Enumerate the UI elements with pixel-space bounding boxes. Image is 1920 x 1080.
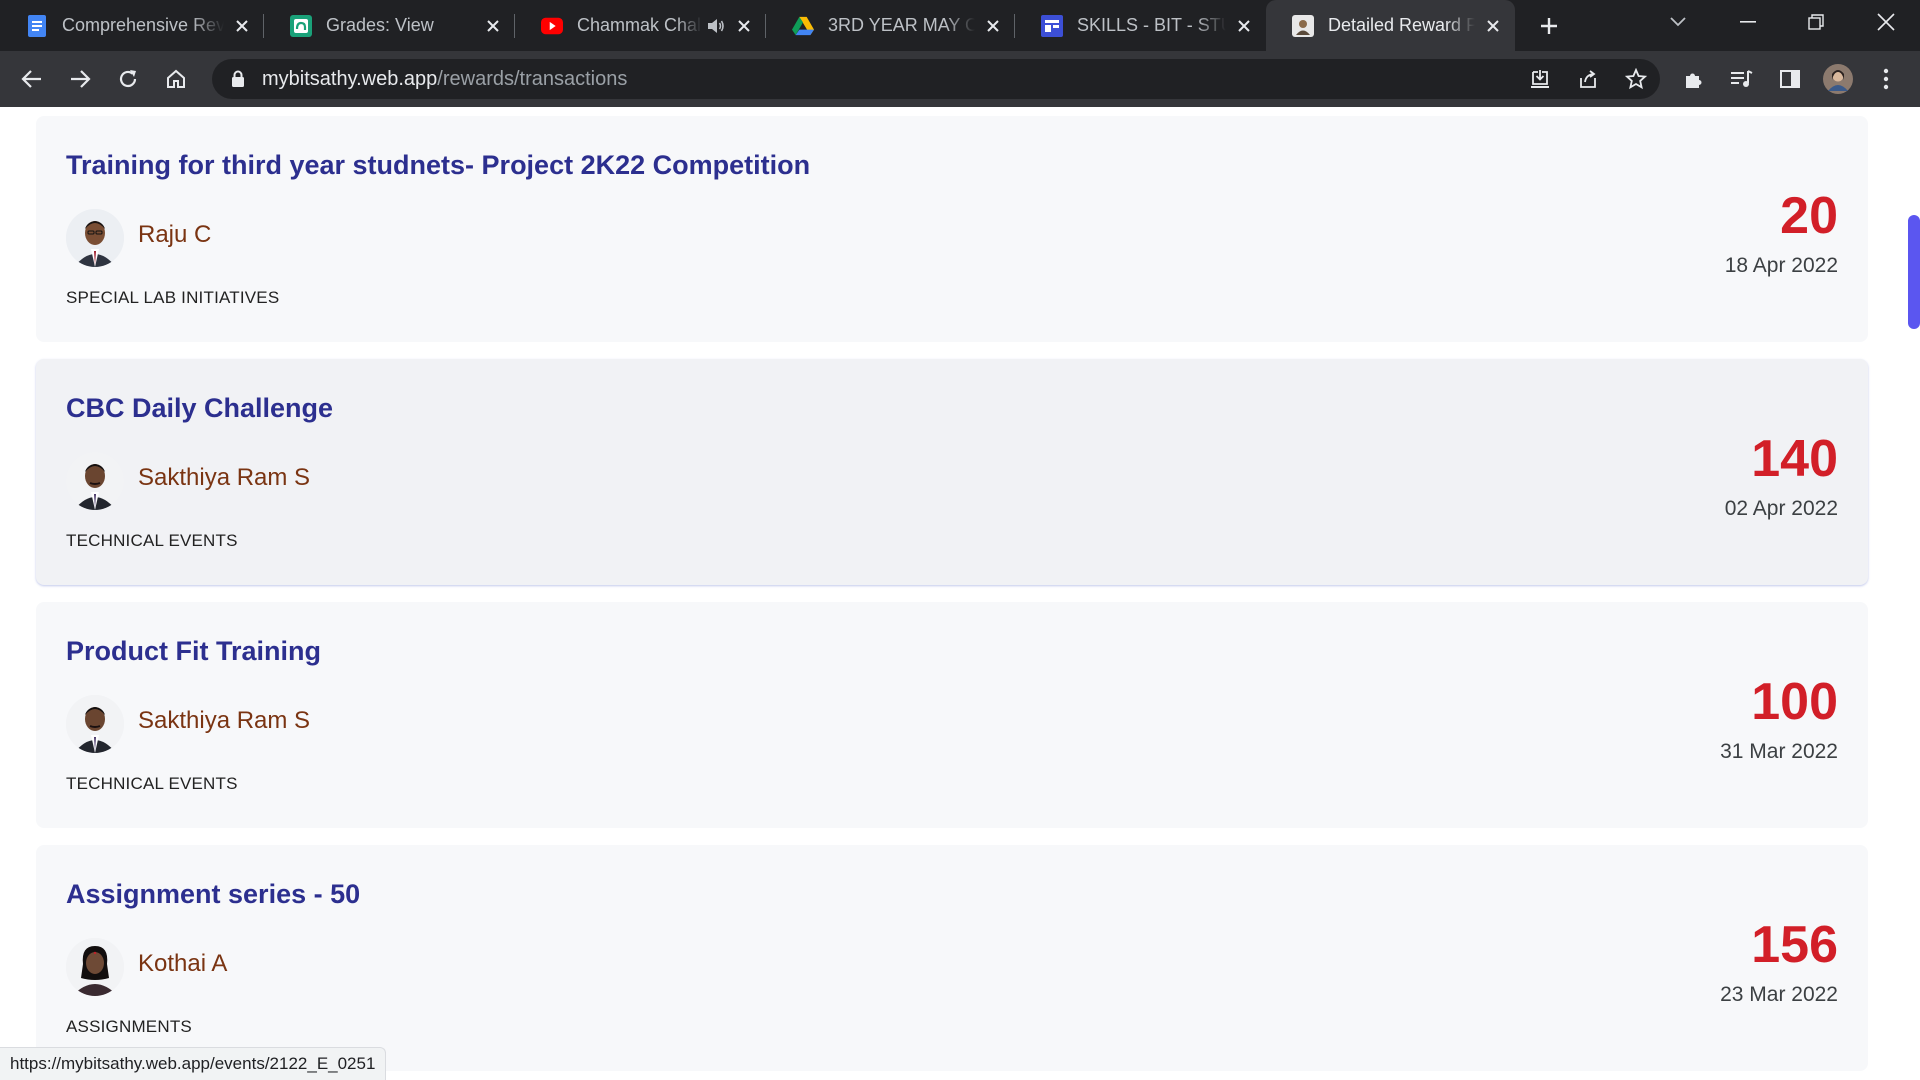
event-title[interactable]: Product Fit Training: [66, 636, 321, 667]
extensions-puzzle-icon[interactable]: [1678, 63, 1710, 95]
browser-toolbar: mybitsathy.web.app/rewards/transactions: [0, 51, 1920, 107]
profile-avatar[interactable]: [1822, 63, 1854, 95]
event-title[interactable]: CBC Daily Challenge: [66, 393, 333, 424]
url-host: mybitsathy.web.app: [262, 67, 438, 90]
reward-points: 156: [1751, 916, 1838, 974]
tab-title: 3RD YEAR MAY CO: [828, 15, 975, 35]
close-tab-icon[interactable]: [232, 16, 252, 36]
faculty-name: Kothai A: [138, 950, 228, 977]
faculty-name: Sakthiya Ram S: [138, 707, 311, 734]
faculty-avatar: [66, 209, 124, 267]
tab-title: Detailed Reward Po: [1328, 15, 1475, 35]
bitsathy-icon: [1292, 14, 1314, 37]
status-url: https://mybitsathy.web.app/events/2122_E…: [10, 1054, 376, 1073]
transaction-card[interactable]: Product Fit Training Sakthiya Ram S TECH…: [36, 602, 1868, 828]
close-tab-icon[interactable]: [1483, 16, 1503, 36]
restore-window-icon[interactable]: [1782, 0, 1850, 44]
tab-title: Grades: View: [326, 15, 434, 35]
faculty-avatar: [66, 695, 124, 753]
google-docs-icon: [26, 14, 48, 37]
home-icon[interactable]: [160, 63, 192, 95]
back-arrow-icon[interactable]: [16, 63, 48, 95]
reward-transactions-page: Training for third year studnets- Projec…: [0, 107, 1920, 1080]
side-panel-icon[interactable]: [1774, 63, 1806, 95]
faculty-avatar: [66, 452, 124, 510]
event-title[interactable]: Assignment series - 50: [66, 879, 360, 910]
event-category: SPECIAL LAB INITIATIVES: [66, 288, 280, 307]
event-title[interactable]: Training for third year studnets- Projec…: [66, 150, 810, 181]
tab-grades-view[interactable]: Grades: View: [264, 0, 515, 51]
event-category: ASSIGNMENTS: [66, 1017, 192, 1036]
transaction-date: 18 Apr 2022: [1724, 254, 1838, 277]
event-category: TECHNICAL EVENTS: [66, 531, 238, 550]
tab-detailed-reward-points[interactable]: Detailed Reward Po: [1266, 0, 1515, 51]
reward-points: 140: [1751, 430, 1838, 488]
reload-icon[interactable]: [112, 63, 144, 95]
google-forms-icon: [1041, 14, 1063, 37]
close-window-icon[interactable]: [1852, 0, 1920, 44]
tab-title: Comprehensive Rev: [62, 15, 224, 35]
tab-youtube-chammak[interactable]: Chammak Chal: [515, 0, 766, 51]
close-tab-icon[interactable]: [734, 16, 754, 36]
url-path: /rewards/transactions: [437, 67, 628, 90]
reward-points: 20: [1780, 187, 1838, 245]
close-tab-icon[interactable]: [1234, 16, 1254, 36]
install-app-icon[interactable]: [1516, 59, 1564, 99]
minimize-window-icon[interactable]: [1714, 0, 1782, 44]
google-drive-icon: [792, 15, 814, 37]
tab-title: SKILLS - BIT - STUD: [1077, 15, 1226, 35]
tab-3rd-year-drive[interactable]: 3RD YEAR MAY CO: [766, 0, 1015, 51]
tab-skills-bit[interactable]: SKILLS - BIT - STUD: [1015, 0, 1266, 51]
close-tab-icon[interactable]: [983, 16, 1003, 36]
faculty-name: Raju C: [138, 221, 212, 248]
scrollbar-thumb[interactable]: [1908, 215, 1920, 329]
reward-points: 100: [1751, 673, 1838, 731]
transaction-date: 23 Mar 2022: [1720, 983, 1838, 1006]
faculty-avatar: [66, 938, 124, 996]
event-category: TECHNICAL EVENTS: [66, 774, 238, 793]
transaction-date: 31 Mar 2022: [1720, 740, 1838, 763]
close-tab-icon[interactable]: [483, 16, 503, 36]
address-bar-actions: [1516, 59, 1660, 99]
share-icon[interactable]: [1564, 59, 1612, 99]
moodle-style-icon: [290, 14, 312, 37]
tab-comprehensive-review[interactable]: Comprehensive Rev: [0, 0, 264, 51]
address-bar[interactable]: mybitsathy.web.app/rewards/transactions: [212, 59, 1660, 99]
media-control-icon[interactable]: [1726, 63, 1758, 95]
faculty-name: Sakthiya Ram S: [138, 464, 311, 491]
lock-icon[interactable]: [228, 69, 248, 89]
youtube-icon: [541, 15, 563, 37]
new-tab-button[interactable]: [1533, 10, 1565, 42]
tab-search-chevron-icon[interactable]: [1644, 0, 1712, 44]
transaction-card[interactable]: Training for third year studnets- Projec…: [36, 116, 1868, 342]
transaction-card[interactable]: Assignment series - 50 Kothai A ASSIGNME…: [36, 845, 1868, 1071]
bookmark-star-icon[interactable]: [1612, 59, 1660, 99]
menu-kebab-icon[interactable]: [1870, 63, 1902, 95]
link-status-bubble: https://mybitsathy.web.app/events/2122_E…: [0, 1047, 387, 1080]
browser-tab-strip: Comprehensive Rev Grades: View Chammak C…: [0, 0, 1920, 51]
transaction-date: 02 Apr 2022: [1724, 497, 1838, 520]
url-text[interactable]: mybitsathy.web.app/rewards/transactions: [262, 68, 627, 91]
transaction-card[interactable]: CBC Daily Challenge Sakthiya Ram S TECHN…: [36, 359, 1868, 585]
speaker-audio-icon[interactable]: [706, 16, 726, 36]
tab-title: Chammak Chal: [577, 15, 702, 35]
forward-arrow-icon[interactable]: [64, 63, 96, 95]
